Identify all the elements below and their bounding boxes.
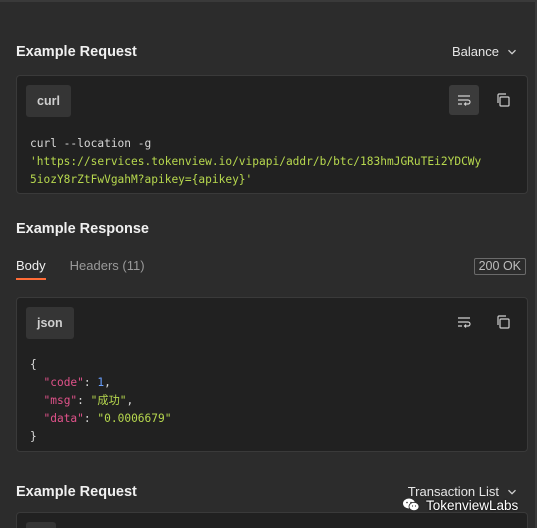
code-line: 5iozY8rZtFwVgahM?apikey={apikey}' [30,173,253,186]
json-comma: , [104,376,111,389]
api-doc-page: Example Request Balance curl curl --loca… [0,0,537,528]
response-json: { "code": 1, "msg": "成功", "data": "0.000… [30,358,172,443]
json-key: "data" [43,412,84,425]
watermark: TokenviewLabs [402,497,518,513]
request-section-title: Example Request [16,484,137,500]
json-value: "成功" [90,394,127,407]
copy-icon [497,93,510,107]
request-code-panel: curl curl --location -g 'https://service… [16,75,528,194]
wrap-lines-button[interactable] [449,85,479,115]
request-example-dropdown[interactable]: Balance [452,44,517,59]
top-divider [0,0,537,2]
json-value: "0.0006679" [97,412,172,425]
language-badge[interactable] [26,522,56,528]
json-brace: { [30,358,37,371]
json-key: "msg" [43,394,78,407]
request-code: curl --location -g 'https://services.tok… [30,135,481,189]
response-code-panel: json { "code": 1, "msg": "成功", "data": "… [16,297,528,452]
response-section-title: Example Response [16,221,149,237]
json-comma: , [126,394,134,407]
code-line: 'https://services.tokenview.io/vipapi/ad… [30,155,482,168]
copy-button[interactable] [488,85,518,115]
request-section-title: Example Request [16,44,137,60]
wrap-lines-icon [458,95,471,106]
copy-icon [497,315,510,329]
dropdown-value: Balance [452,44,499,59]
copy-button[interactable] [488,307,518,337]
code-line: curl --location -g [30,137,152,150]
response-tabs: Body Headers (11) [16,258,145,280]
json-brace: } [30,430,37,443]
wrap-lines-button[interactable] [449,307,479,337]
tab-body[interactable]: Body [16,258,46,280]
json-key: "code" [43,376,84,389]
status-badge: 200 OK [473,258,526,275]
language-badge[interactable]: json [26,307,74,339]
chevron-down-icon [508,49,516,55]
tab-headers[interactable]: Headers (11) [70,258,145,280]
language-badge[interactable]: curl [26,85,71,117]
wrap-lines-icon [458,317,471,328]
chevron-down-icon [508,489,516,495]
wechat-icon [403,498,420,512]
watermark-text: TokenviewLabs [426,497,519,513]
request-code-panel [16,512,528,528]
